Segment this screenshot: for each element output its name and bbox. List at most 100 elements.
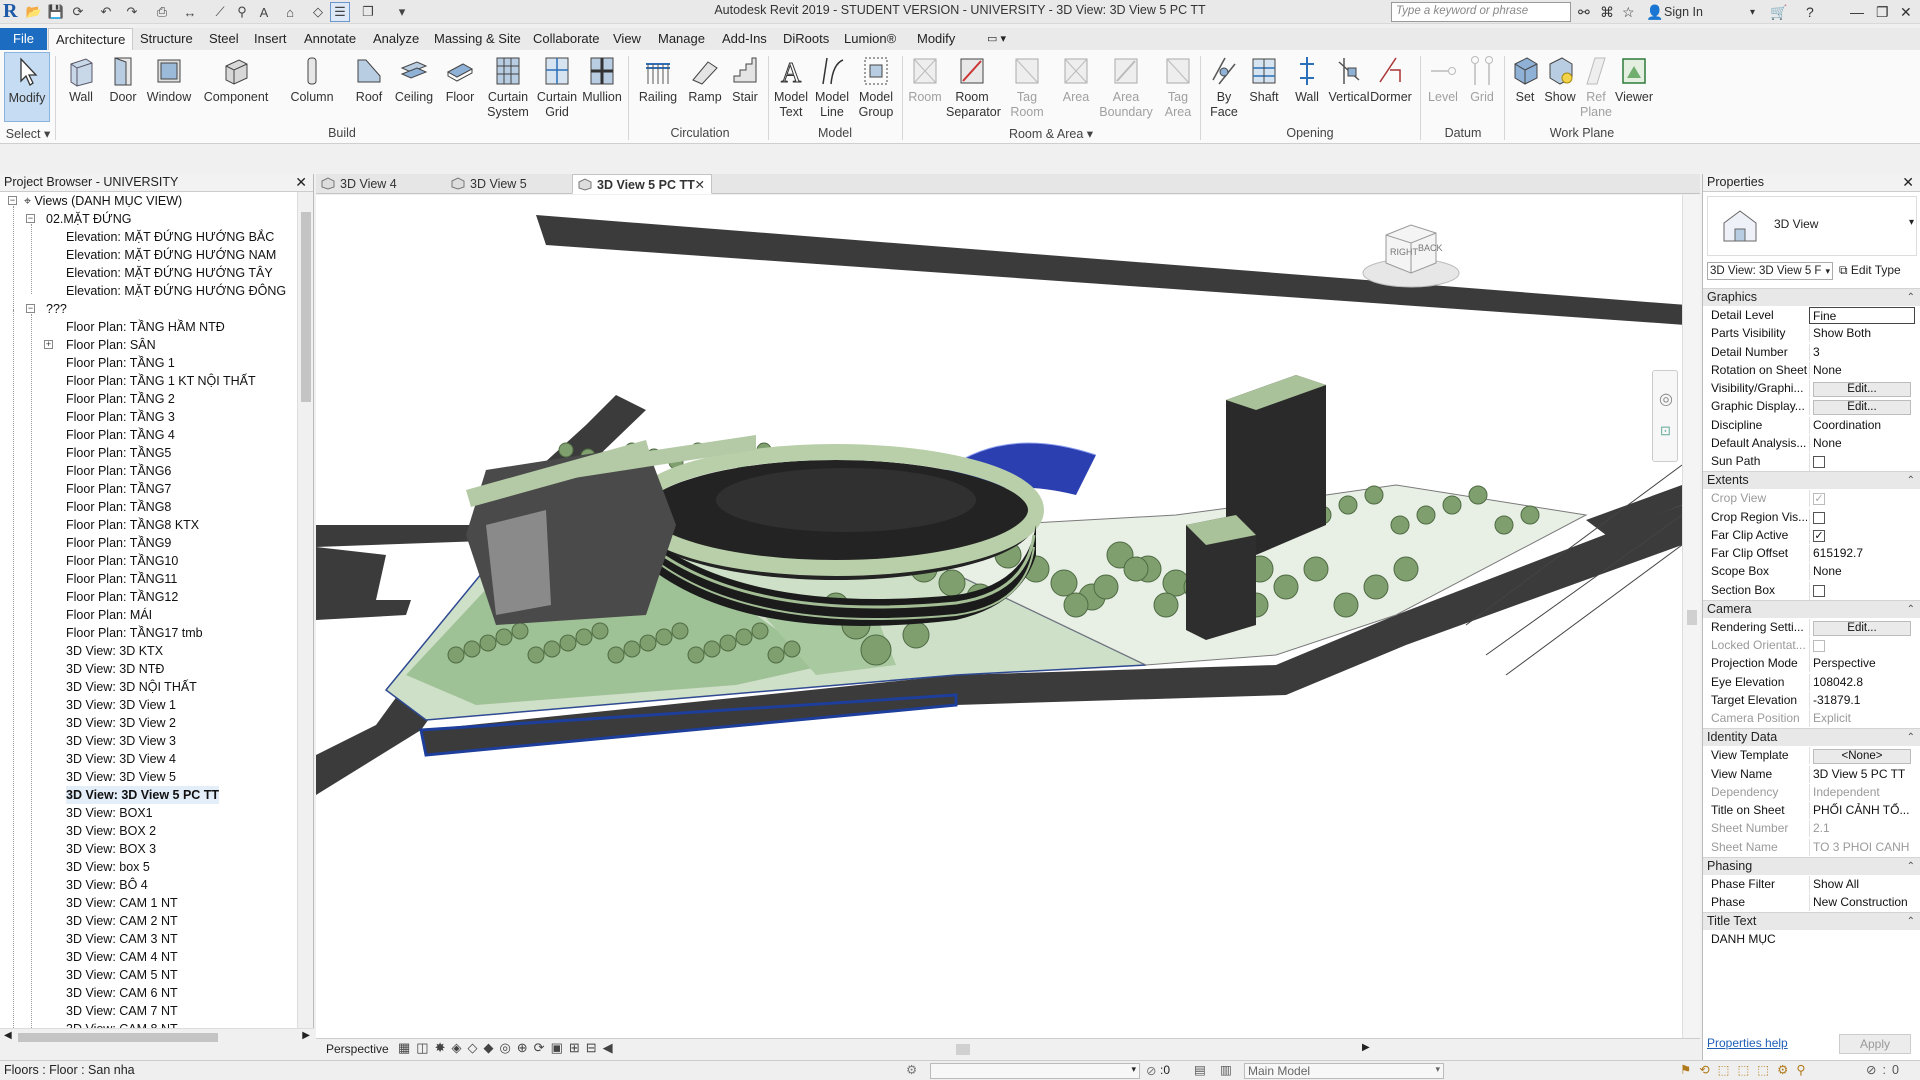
tab-view[interactable]: View — [606, 28, 648, 50]
properties-section-camera[interactable]: Camera ⌃ — [1703, 599, 1920, 618]
tree-item-3d-view[interactable]: 3D View: CAM 1 NT — [66, 894, 178, 912]
view-control-icons[interactable]: ▦◫✸◈◇◆◎⊕⟳▣⊞⊟◀ — [398, 1040, 619, 1056]
viewer-button[interactable]: Viewer — [1614, 52, 1654, 122]
unchecked-icon[interactable] — [1813, 511, 1825, 524]
property-checkbox[interactable] — [1809, 581, 1915, 602]
expand-san-icon[interactable]: + — [44, 340, 53, 349]
show-button[interactable]: Show — [1542, 52, 1578, 122]
property-value[interactable]: New Construction — [1809, 894, 1915, 911]
restore-icon[interactable]: ❐ — [1876, 2, 1889, 22]
tree-item-3d-view[interactable]: 3D View: CAM 7 NT — [66, 1002, 178, 1020]
apply-button[interactable]: Apply — [1839, 1034, 1911, 1054]
vertical-opening-button[interactable]: Vertical — [1326, 52, 1372, 122]
edit-type-button[interactable]: ⧉ Edit Type — [1839, 262, 1917, 280]
user-icon[interactable]: 👤 — [1646, 2, 1663, 22]
tree-item-3d-view[interactable]: 3D View: 3D View 1 — [66, 696, 176, 714]
tree-item-3d-view[interactable]: 3D View: CAM 5 NT — [66, 966, 178, 984]
tag-area-button[interactable]: Tag Area — [1160, 52, 1196, 122]
property-checkbox[interactable] — [1809, 508, 1915, 529]
close-project-browser-icon[interactable]: ✕ — [295, 174, 307, 191]
model-group-button[interactable]: Model Group — [856, 52, 896, 122]
close-tab-icon[interactable]: ✕ — [695, 175, 705, 195]
tree-item-3d-view[interactable]: 3D View: CAM 6 NT — [66, 984, 178, 1002]
print-icon[interactable]: ⎙ — [152, 2, 172, 22]
tree-item-floor-plan[interactable]: Floor Plan: TẦNG HẦM NTĐ — [66, 318, 225, 336]
tree-item-floor-plan[interactable]: Floor Plan: TẦNG11 — [66, 570, 177, 588]
door-button[interactable]: Door — [106, 52, 140, 122]
tab-insert[interactable]: Insert — [247, 28, 294, 50]
property-button[interactable]: Edit... — [1809, 618, 1915, 636]
property-value[interactable]: Perspective — [1809, 655, 1915, 673]
tree-item-floor-plan[interactable]: Floor Plan: TẦNG9 — [66, 534, 171, 552]
project-browser-scrollbar[interactable] — [297, 192, 313, 1028]
ceiling-button[interactable]: Ceiling — [392, 52, 436, 122]
subscription-icon[interactable]: ⌘ — [1600, 2, 1614, 22]
undo-icon[interactable]: ↶ — [96, 2, 116, 22]
project-browser-hscrollbar[interactable]: ◀ ▶ — [0, 1028, 314, 1046]
tree-root-views[interactable]: ⌖ Views (DANH MỤC VIEW) — [24, 192, 182, 210]
property-value[interactable]: Show Both — [1809, 325, 1915, 343]
tab-manage[interactable]: Manage — [651, 28, 712, 50]
stair-button[interactable]: Stair — [728, 52, 762, 122]
tab-lumion[interactable]: Lumion® — [837, 28, 903, 50]
hscroll-thumb[interactable] — [18, 1033, 218, 1042]
selection-option-icons[interactable]: ⚑⟲⬚⬚⬚⚙⚲ — [1680, 1062, 1813, 1077]
property-value[interactable]: PHỐI CẢNH TỔ... — [1809, 802, 1915, 819]
tree-item-floor-plan[interactable]: Floor Plan: SÂN — [66, 336, 156, 354]
sign-in-link[interactable]: Sign In — [1664, 2, 1703, 22]
zoom-region-icon[interactable]: ⊡ — [1660, 423, 1671, 439]
tree-item-elevation[interactable]: Elevation: MẶT ĐỨNG HƯỚNG TÂY — [66, 264, 273, 282]
unchecked-icon[interactable] — [1813, 640, 1825, 652]
collapse-group2-icon[interactable]: − — [26, 304, 35, 313]
tab-file[interactable]: File — [0, 28, 47, 50]
close-window-icon[interactable]: ✕ — [1900, 2, 1912, 22]
property-value[interactable]: Fine — [1809, 307, 1915, 324]
thin-lines-icon[interactable]: ☰ — [330, 2, 350, 22]
property-value[interactable]: Coordination — [1809, 416, 1915, 434]
open-icon[interactable]: 📂 — [24, 2, 44, 22]
measure-icon[interactable]: ↔ — [180, 2, 200, 22]
tab-diroots[interactable]: DiRoots — [776, 28, 836, 50]
tree-item-3d-view[interactable]: 3D View: BOX 2 — [66, 822, 156, 840]
qat-dropdown-icon[interactable]: ▾ — [392, 2, 412, 22]
floor-button[interactable]: Floor — [442, 52, 478, 122]
tab-annotate[interactable]: Annotate — [297, 28, 363, 50]
type-dropdown-icon[interactable]: ▾ — [1909, 217, 1914, 228]
tree-item-3d-view[interactable]: 3D View: 3D View 2 — [66, 714, 176, 732]
canvas-hscroll-thumb[interactable] — [956, 1044, 970, 1055]
collapse-views-icon[interactable]: − — [8, 196, 17, 205]
property-value[interactable]: None — [1809, 563, 1915, 581]
tree-item-3d-view[interactable]: 3D View: CAM 4 NT — [66, 948, 178, 966]
property-button[interactable]: Edit... — [1809, 380, 1915, 397]
unchecked-icon[interactable] — [1813, 456, 1825, 468]
tab-collaborate[interactable]: Collaborate — [526, 28, 607, 50]
curtain-grid-button[interactable]: Curtain Grid — [536, 52, 578, 122]
tree-item-floor-plan[interactable]: Floor Plan: TẦNG8 — [66, 498, 171, 516]
canvas-scrollbar[interactable] — [1682, 195, 1700, 1038]
tab-structure[interactable]: Structure — [133, 28, 200, 50]
project-browser-scroll-thumb[interactable] — [301, 212, 311, 402]
tree-item-3d-view[interactable]: 3D View: CAM 8 NT — [66, 1020, 178, 1028]
modify-button[interactable]: Modify — [4, 52, 50, 122]
ramp-button[interactable]: Ramp — [686, 52, 724, 122]
tree-item-floor-plan[interactable]: Floor Plan: TẦNG8 KTX — [66, 516, 199, 534]
model-text-button[interactable]: A Model Text — [772, 52, 810, 122]
tree-item-elevation[interactable]: Elevation: MẶT ĐỨNG HƯỚNG BẮC — [66, 228, 274, 246]
collapse-section-icon[interactable]: ⌃ — [1907, 472, 1915, 489]
projection-mode-label[interactable]: Perspective — [326, 1042, 389, 1056]
properties-section-graphics[interactable]: Graphics ⌃ — [1703, 288, 1920, 306]
binoculars-icon[interactable]: ⚯ — [1578, 2, 1590, 22]
properties-help-link[interactable]: Properties help — [1707, 1036, 1788, 1050]
property-edit-button[interactable]: Edit... — [1813, 382, 1911, 397]
checked-icon[interactable]: ✓ — [1813, 529, 1825, 542]
tree-group-mat-dung[interactable]: 02.MẶT ĐỨNG — [46, 210, 131, 228]
property-value[interactable]: 108042.8 — [1809, 673, 1915, 691]
tree-item-3d-view[interactable]: 3D View: 3D View 5 PC TT — [66, 786, 220, 804]
text-icon[interactable]: A — [254, 2, 274, 22]
property-edit-button[interactable]: <None> — [1813, 749, 1911, 765]
favorites-star-icon[interactable]: ☆ — [1622, 2, 1635, 22]
editing-requests-icon[interactable]: ▥ — [1220, 1062, 1232, 1077]
property-value[interactable]: -31879.1 — [1809, 691, 1915, 709]
workset-dropdown[interactable]: ▾ — [930, 1063, 1140, 1079]
tree-item-elevation[interactable]: Elevation: MẶT ĐỨNG HƯỚNG ĐÔNG — [66, 282, 286, 300]
